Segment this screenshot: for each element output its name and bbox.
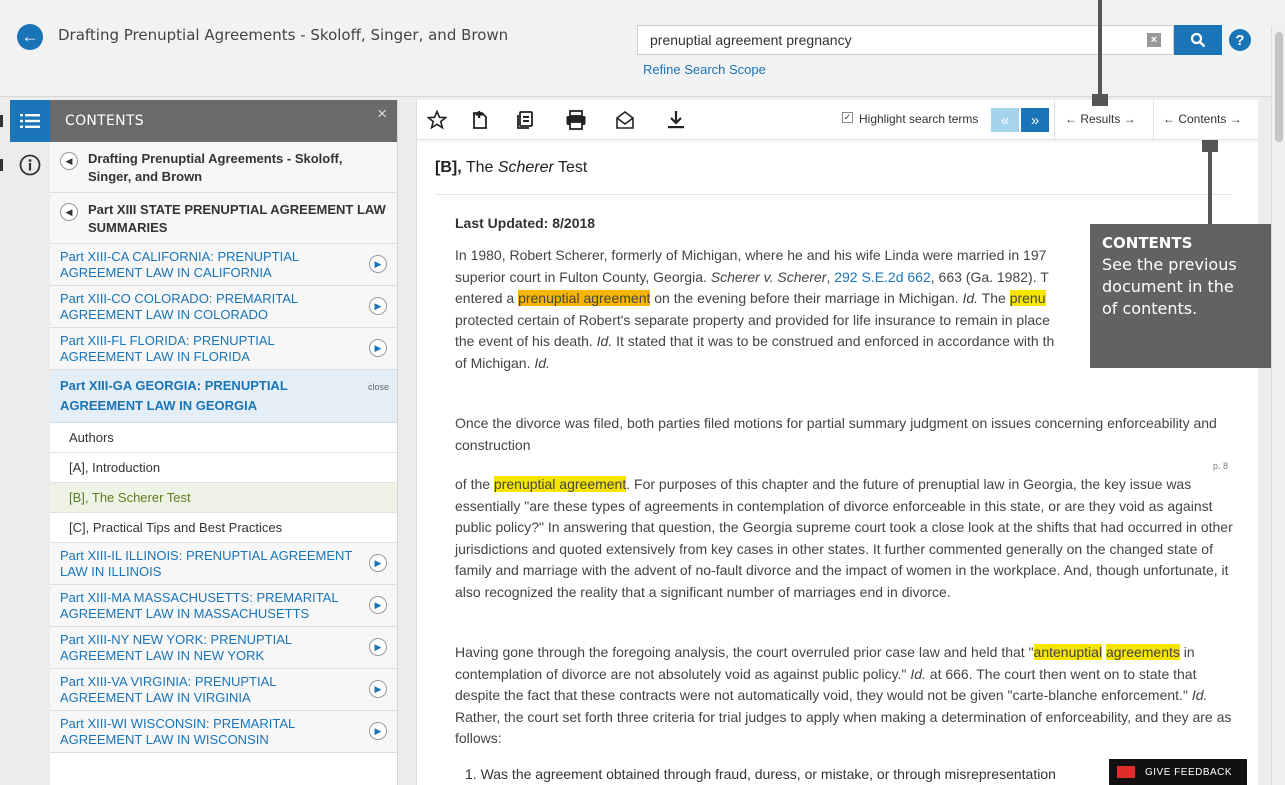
highlight-search-terms-checkbox[interactable]: ✓ <box>842 112 853 123</box>
scrollbar-thumb[interactable] <box>1275 32 1283 142</box>
callout-title: CONTENTS <box>1102 234 1193 252</box>
contents-panel-title: CONTENTS <box>65 113 144 129</box>
toc-parent-item[interactable]: ◀ Drafting Prenuptial Agreements - Skolo… <box>50 142 397 193</box>
star-icon[interactable] <box>425 109 449 131</box>
chevron-right-icon[interactable]: ▶ <box>369 680 387 698</box>
paragraph-3: of the prenuptial agreement. For purpose… <box>455 476 1233 600</box>
toc-parent-item[interactable]: ◀ Part XIII STATE PRENUPTIAL AGREEMENT L… <box>50 193 397 244</box>
toc-item-georgia[interactable]: Part XIII-GA GEORGIA: PRENUPTIAL AGREEME… <box>50 370 397 423</box>
toolbar-divider <box>1054 100 1055 140</box>
info-icon <box>19 154 41 176</box>
toc-subitem-authors[interactable]: Authors <box>50 423 397 453</box>
collapse-link[interactable]: close <box>368 377 389 397</box>
toc-item-virginia[interactable]: Part XIII-VA VIRGINIA: PRENUPTIAL AGREEM… <box>50 669 397 711</box>
list-icon <box>20 114 40 128</box>
print-icon[interactable] <box>564 109 588 131</box>
case-citation-link[interactable]: 292 S.E.2d 662 <box>834 269 931 285</box>
chevron-left-icon[interactable]: ◀ <box>60 203 78 221</box>
search-input[interactable] <box>638 26 1138 54</box>
clear-search-icon[interactable]: × <box>1147 33 1161 47</box>
rail-marker <box>0 115 3 127</box>
criteria-list-item: 1. Was the agreement obtained through fr… <box>465 766 1056 782</box>
section-heading: [B], The Scherer Test <box>435 159 588 176</box>
divider <box>435 194 1231 195</box>
contents-toggle-button[interactable] <box>10 100 50 142</box>
last-updated: Last Updated: 8/2018 <box>455 215 596 231</box>
document-pane: ✓ Highlight search terms « » ← Results →… <box>416 100 1258 785</box>
chevron-right-icon[interactable]: ▶ <box>369 596 387 614</box>
contents-panel: CONTENTS × ◀ Drafting Prenuptial Agreeme… <box>50 100 398 785</box>
contents-navigation[interactable]: ← Contents → <box>1163 112 1242 126</box>
toc-item-illinois[interactable]: Part XIII-IL ILLINOIS: PRENUPTIAL AGREEM… <box>50 543 397 585</box>
search-hit: prenuptial agreement <box>518 290 651 306</box>
search-hit: prenu <box>1009 290 1046 306</box>
toc-subitem-scherer-test[interactable]: [B], The Scherer Test <box>50 483 397 513</box>
add-to-folder-icon[interactable] <box>468 109 492 131</box>
results-navigation[interactable]: ← Results → <box>1065 112 1136 126</box>
search-box: × <box>637 25 1174 55</box>
info-button[interactable] <box>10 144 50 186</box>
chevron-left-icon[interactable]: ◀ <box>60 152 78 170</box>
search-hit: agreements <box>1105 644 1180 660</box>
search-icon <box>1190 32 1206 48</box>
copy-icon[interactable] <box>513 109 537 131</box>
paragraph-2: Once the divorce was filed, both parties… <box>455 415 1217 453</box>
rail-marker <box>0 159 3 171</box>
toc-item-california[interactable]: Part XIII-CA CALIFORNIA: PRENUPTIAL AGRE… <box>50 244 397 286</box>
app-header: ← Drafting Prenuptial Agreements - Skolo… <box>0 0 1285 97</box>
chevron-right-icon[interactable]: ▶ <box>369 722 387 740</box>
toc-item-massachusetts[interactable]: Part XIII-MA MASSACHUSETTS: PREMARITAL A… <box>50 585 397 627</box>
callout-text-line: See the previous <box>1102 255 1237 274</box>
callout-pointer-tip <box>1092 94 1108 106</box>
download-icon[interactable] <box>664 109 688 131</box>
help-callout: CONTENTS See the previous document in th… <box>1090 224 1285 368</box>
document-toolbar: ✓ Highlight search terms « » ← Results →… <box>417 100 1258 140</box>
close-icon[interactable]: × <box>377 104 387 124</box>
callout-pointer <box>1208 144 1212 224</box>
toc-item-wisconsin[interactable]: Part XIII-WI WISCONSIN: PREMARITAL AGREE… <box>50 711 397 753</box>
callout-text-line: document in the <box>1102 277 1234 296</box>
back-arrow-icon[interactable]: ← <box>17 24 43 50</box>
callout-pointer-tip <box>1202 140 1218 152</box>
left-rail <box>0 100 50 785</box>
callout-text-line: of contents. <box>1102 299 1198 318</box>
chevron-right-icon[interactable]: ▶ <box>369 297 387 315</box>
chevron-right-icon[interactable]: ▶ <box>369 255 387 273</box>
highlight-search-terms-label: Highlight search terms <box>859 112 979 126</box>
next-hit-button[interactable]: » <box>1021 108 1049 132</box>
contents-panel-header: CONTENTS × <box>50 100 397 142</box>
page-scrollbar[interactable] <box>1271 26 1285 785</box>
search-hit: antenuptial <box>1033 644 1103 660</box>
toc-item-florida[interactable]: Part XIII-FL FLORIDA: PRENUPTIAL AGREEME… <box>50 328 397 370</box>
callout-pointer <box>1098 0 1102 100</box>
toc-item-new-york[interactable]: Part XIII-NY NEW YORK: PRENUPTIAL AGREEM… <box>50 627 397 669</box>
toc-item-colorado[interactable]: Part XIII-CO COLORADO: PREMARITAL AGREEM… <box>50 286 397 328</box>
toc-subitem-practical-tips[interactable]: [C], Practical Tips and Best Practices <box>50 513 397 543</box>
toolbar-divider <box>1153 100 1154 140</box>
chevron-right-icon[interactable]: ▶ <box>369 554 387 572</box>
chevron-right-icon[interactable]: ▶ <box>369 638 387 656</box>
page-title: Drafting Prenuptial Agreements - Skoloff… <box>58 26 509 44</box>
search-button[interactable] <box>1174 25 1222 55</box>
page-marker: p. 8 <box>1213 461 1229 471</box>
refine-search-link[interactable]: Refine Search Scope <box>643 62 766 77</box>
search-hit: prenuptial agreement <box>493 476 627 492</box>
previous-hit-button[interactable]: « <box>991 108 1019 132</box>
paragraph-4: Having gone through the foregoing analys… <box>455 644 1232 746</box>
envelope-icon <box>1117 766 1135 778</box>
help-icon[interactable]: ? <box>1229 29 1251 51</box>
email-icon[interactable] <box>613 109 637 131</box>
toc-subitem-introduction[interactable]: [A], Introduction <box>50 453 397 483</box>
chevron-right-icon[interactable]: ▶ <box>369 339 387 357</box>
give-feedback-button[interactable]: GIVE FEEDBACK <box>1109 759 1247 785</box>
